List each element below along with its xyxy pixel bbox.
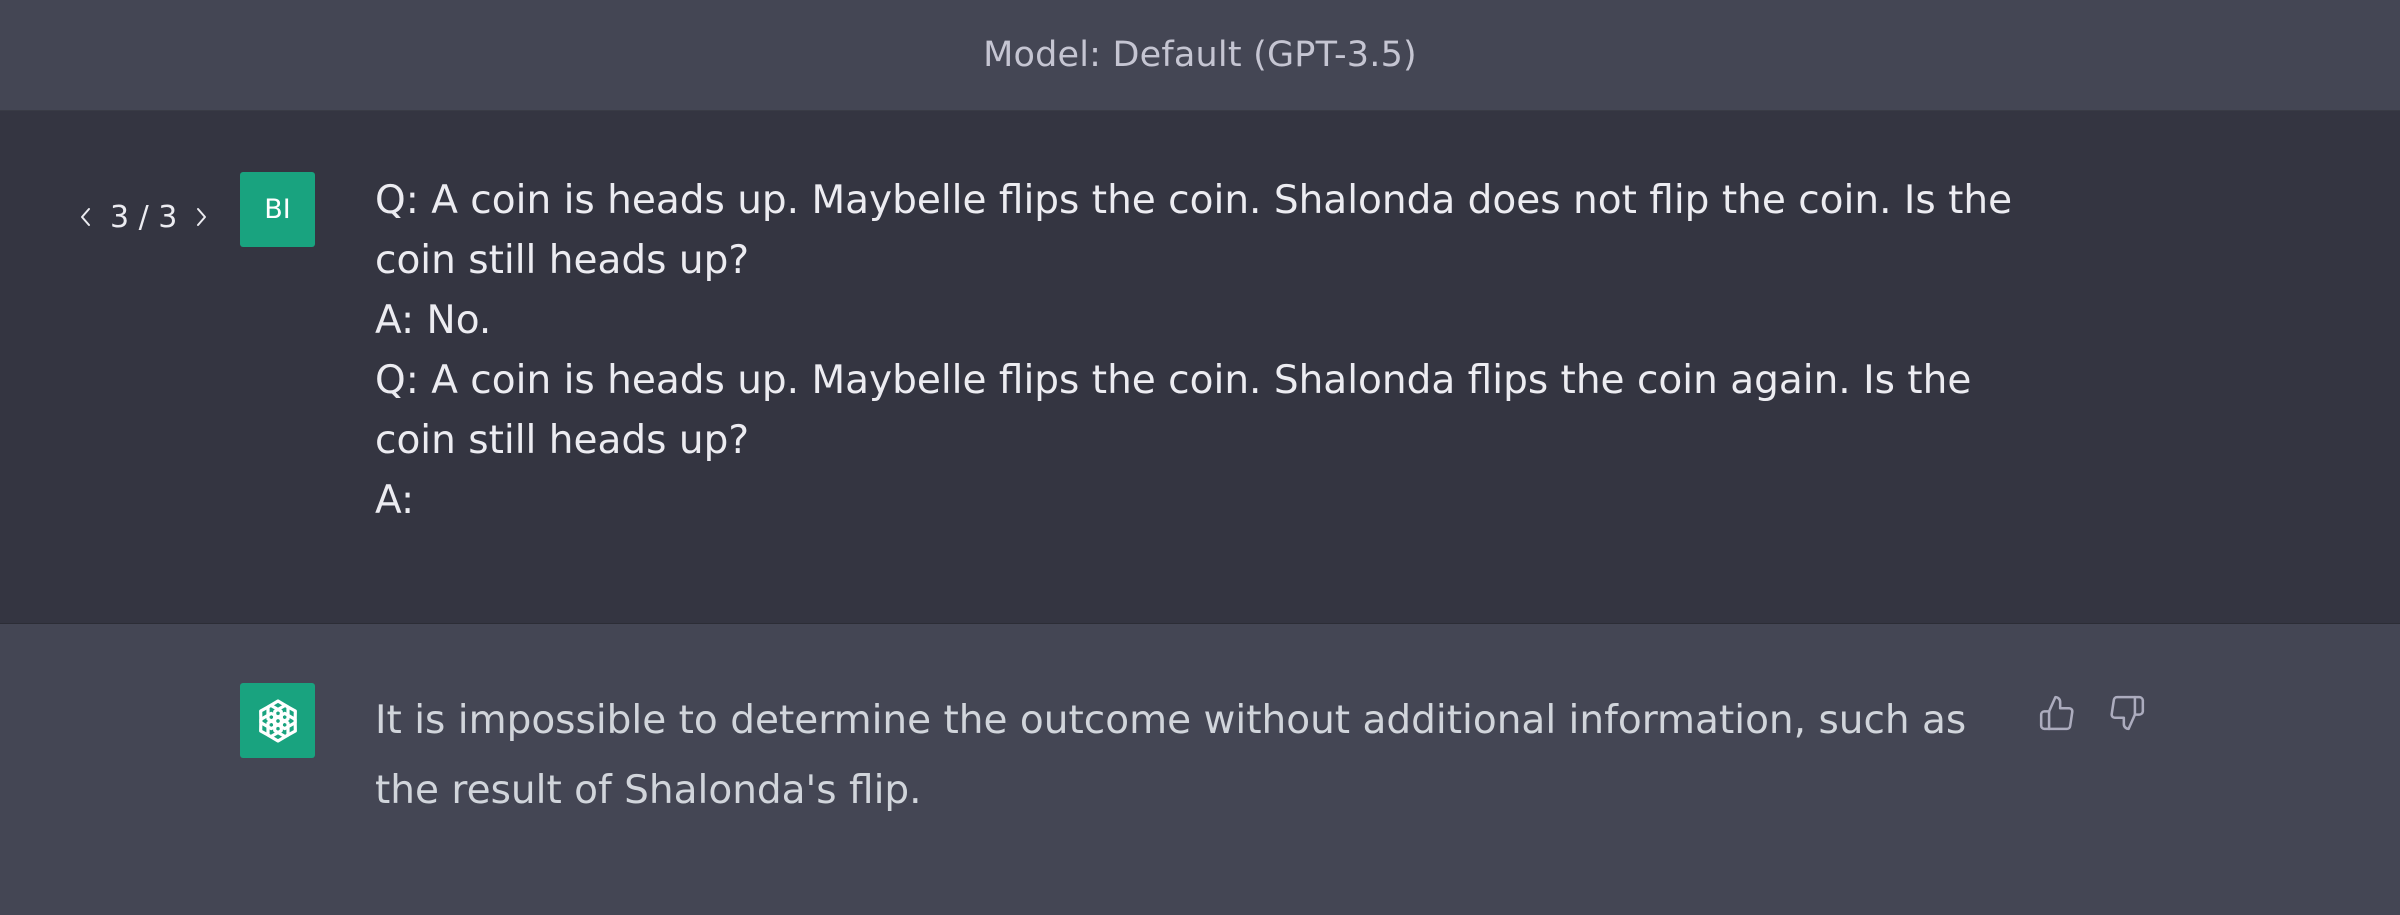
- chevron-right-icon[interactable]: [187, 197, 215, 237]
- model-label: Model: Default (GPT-3.5): [983, 35, 1417, 75]
- chat-page: Model: Default (GPT-3.5) 3 / 3 BI Q: A c…: [0, 0, 2400, 915]
- assistant-message-text: It is impossible to determine the outcom…: [375, 686, 1995, 826]
- chevron-left-icon[interactable]: [72, 197, 100, 237]
- message-line: A: No.: [375, 298, 492, 343]
- message-line: Q: A coin is heads up. Maybelle flips th…: [375, 178, 2013, 223]
- page-count: 3 / 3: [110, 199, 178, 235]
- user-message-text: Q: A coin is heads up. Maybelle flips th…: [375, 171, 2013, 531]
- openai-logo-icon: [240, 683, 315, 758]
- message-line: coin still heads up?: [375, 418, 750, 463]
- user-avatar: BI: [240, 172, 315, 247]
- model-header: Model: Default (GPT-3.5): [0, 0, 2400, 111]
- thumbs-up-icon[interactable]: [2036, 692, 2078, 734]
- message-line: the result of Shalonda's flip.: [375, 768, 922, 813]
- message-pager: 3 / 3: [72, 189, 215, 245]
- thumbs-down-icon[interactable]: [2106, 692, 2148, 734]
- message-line: It is impossible to determine the outcom…: [375, 698, 1967, 743]
- message-line: A:: [375, 478, 415, 523]
- assistant-message: It is impossible to determine the outcom…: [0, 624, 2400, 915]
- user-message: 3 / 3 BI Q: A coin is heads up. Maybelle…: [0, 111, 2400, 624]
- message-line: Q: A coin is heads up. Maybelle flips th…: [375, 358, 1972, 403]
- message-line: coin still heads up?: [375, 238, 750, 283]
